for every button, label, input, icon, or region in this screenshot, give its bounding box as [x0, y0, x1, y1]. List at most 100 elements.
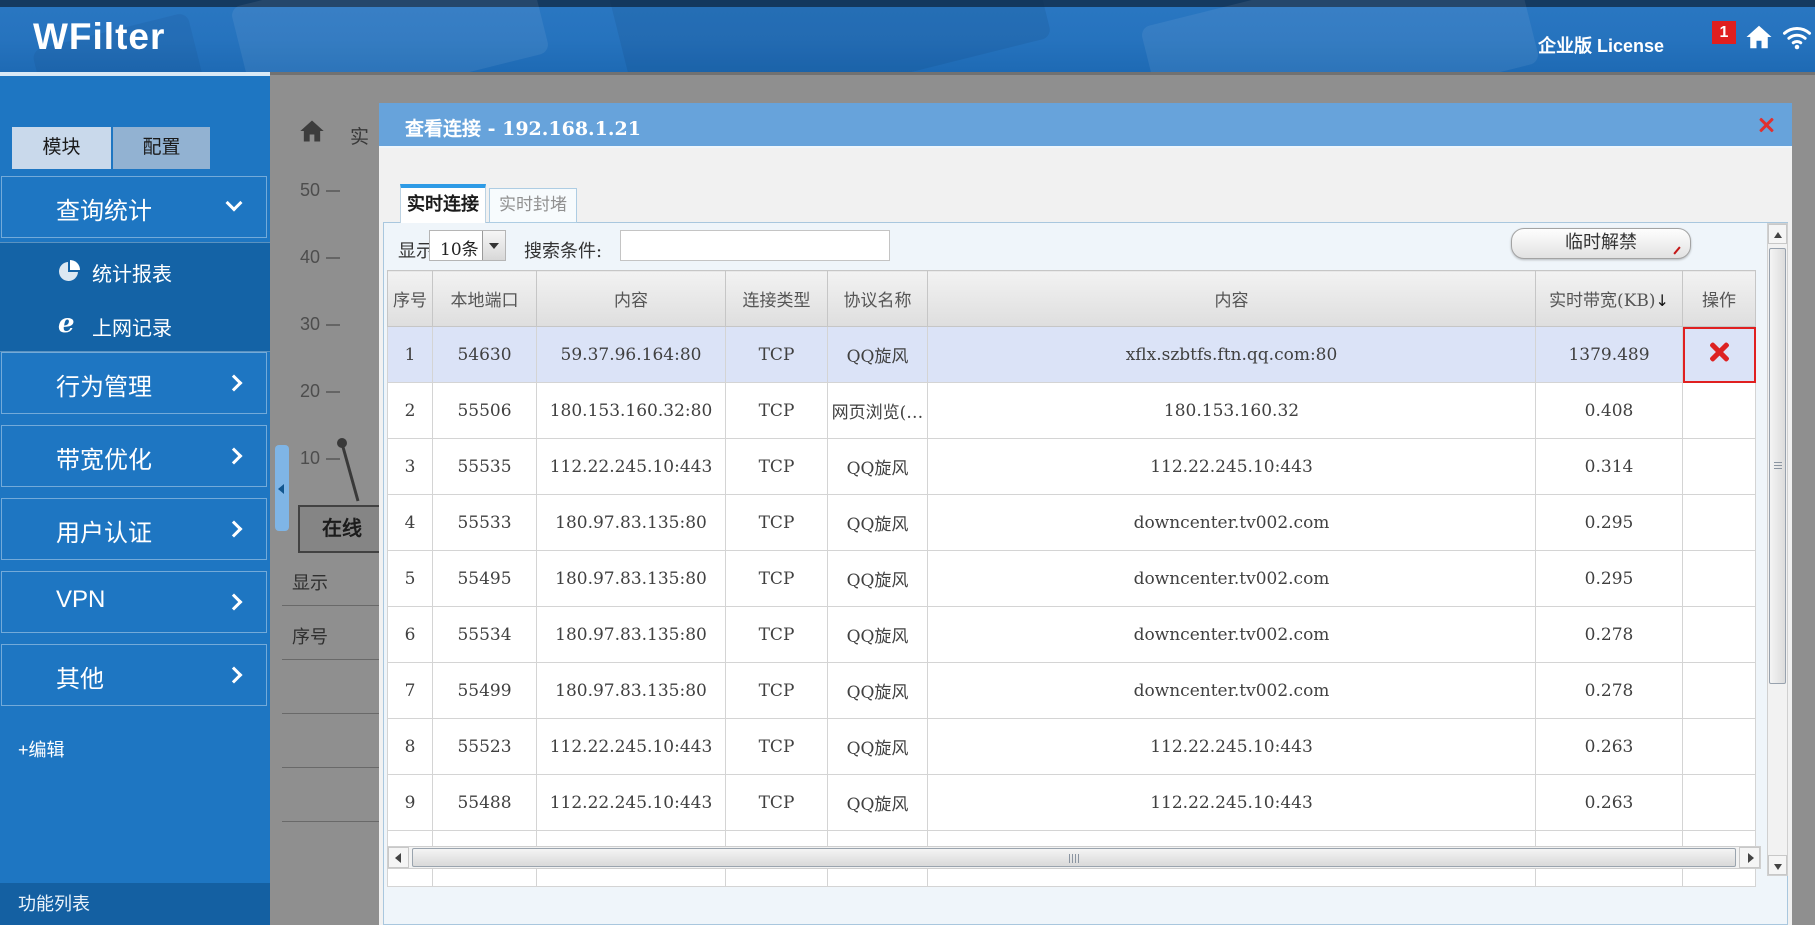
table-cell: 180.97.83.135:80: [537, 495, 726, 551]
table-cell: QQ旋风: [828, 607, 928, 663]
home-icon[interactable]: [1744, 22, 1774, 52]
sidebar-item-label: 用户认证: [56, 513, 152, 548]
chevron-right-icon: [226, 448, 243, 465]
chevron-right-icon: [226, 667, 243, 684]
scroll-left-arrow[interactable]: [388, 847, 409, 868]
column-header[interactable]: 实时带宽(KB)↓: [1536, 271, 1683, 327]
table-header-row: 序号本地端口内容连接类型协议名称内容实时带宽(KB)↓操作: [388, 271, 1756, 327]
table-cell: 180.153.160.32:80: [537, 383, 726, 439]
table-cell: 55533: [433, 495, 537, 551]
table-cell: QQ旋风: [828, 775, 928, 831]
table-cell: QQ旋风: [828, 327, 928, 383]
table-cell: 3: [388, 439, 433, 495]
table-cell: QQ旋风: [828, 439, 928, 495]
table-cell: 112.22.245.10:443: [537, 775, 726, 831]
table-cell: 4: [388, 495, 433, 551]
table-cell: 0.278: [1536, 607, 1683, 663]
table-cell: 112.22.245.10:443: [928, 719, 1536, 775]
column-header: 内容: [537, 271, 726, 327]
table-cell: TCP: [726, 607, 828, 663]
keyboard-decor: [1140, 0, 1540, 72]
dialog-title: 查看连接 - 192.168.1.21: [405, 114, 641, 141]
search-input[interactable]: [620, 230, 890, 261]
sidebar-item-vpn[interactable]: VPN: [1, 571, 267, 633]
wifi-icon[interactable]: [1782, 22, 1812, 52]
connections-tbody: 15463059.37.96.164:80TCPQQ旋风xflx.szbtfs.…: [388, 327, 1756, 887]
table-cell: 112.22.245.10:443: [537, 719, 726, 775]
table-cell: 5: [388, 551, 433, 607]
sidebar-item-other[interactable]: 其他: [1, 644, 267, 706]
view-connections-dialog: 查看连接 - 192.168.1.21 实时连接 实时封堵 显示 10条 搜索条…: [379, 103, 1792, 925]
vertical-scroll-thumb[interactable]: [1769, 248, 1786, 684]
column-header: 序号: [388, 271, 433, 327]
sidebar-item-label: 行为管理: [56, 367, 152, 402]
column-header: 本地端口: [433, 271, 537, 327]
keyboard-decor: [608, 0, 1052, 72]
table-cell: 0.278: [1536, 663, 1683, 719]
sidebar-tab-config[interactable]: 配置: [113, 127, 210, 169]
sidebar: 模块 配置 查询统计 统计报表 e 上网记录 行为管理 带宽优化 用户认证: [0, 72, 270, 925]
delete-connection-icon[interactable]: [1707, 340, 1731, 364]
sidebar-tab-modules[interactable]: 模块: [12, 127, 111, 169]
keyboard-decor: [230, 0, 550, 72]
scroll-down-arrow[interactable]: [1768, 855, 1787, 875]
temporary-unblock-button[interactable]: 临时解禁: [1511, 228, 1691, 259]
table-cell: downcenter.tv002.com: [928, 495, 1536, 551]
sidebar-item-label: VPN: [56, 586, 105, 614]
table-cell: 0.295: [1536, 551, 1683, 607]
tab-realtime-blocks[interactable]: 实时封堵: [489, 188, 577, 223]
table-cell: 0.408: [1536, 383, 1683, 439]
function-list-bar[interactable]: 功能列表: [0, 883, 270, 925]
app-logo: WFilter: [33, 16, 165, 58]
close-icon[interactable]: [1756, 115, 1776, 135]
table-cell: xflx.szbtfs.ftn.qq.com:80: [928, 327, 1536, 383]
sidebar-item-web-records[interactable]: e 上网记录: [0, 297, 270, 351]
wfilter-app: 实 50 40 30 20 10 在线 显示 序号 WFilter 企业版 Li…: [0, 0, 1815, 925]
sidebar-item-auth[interactable]: 用户认证: [1, 498, 267, 560]
operation-cell: [1683, 383, 1756, 439]
table-cell: QQ旋风: [828, 495, 928, 551]
page-size-value: 10条: [440, 235, 479, 260]
scroll-right-arrow[interactable]: [1739, 847, 1760, 868]
table-cell: 0.263: [1536, 775, 1683, 831]
red-corner-mark: [1673, 246, 1680, 254]
table-cell: 180.97.83.135:80: [537, 607, 726, 663]
tab-realtime-connections[interactable]: 实时连接: [400, 184, 486, 223]
table-cell: 55523: [433, 719, 537, 775]
sidebar-item-bandwidth[interactable]: 带宽优化: [1, 425, 267, 487]
vertical-scrollbar[interactable]: [1767, 223, 1788, 876]
table-cell: TCP: [726, 327, 828, 383]
table-cell: QQ旋风: [828, 719, 928, 775]
table-cell: downcenter.tv002.com: [928, 663, 1536, 719]
operation-cell: [1683, 607, 1756, 663]
sidebar-item-behavior[interactable]: 行为管理: [1, 352, 267, 414]
operation-cell: [1683, 439, 1756, 495]
table-cell: TCP: [726, 719, 828, 775]
scroll-grip: [1774, 462, 1782, 470]
table-row: 355535112.22.245.10:443TCPQQ旋风112.22.245…: [388, 439, 1756, 495]
table-cell: 6: [388, 607, 433, 663]
table-cell: 180.97.83.135:80: [537, 663, 726, 719]
page-size-select[interactable]: 10条: [429, 230, 506, 261]
sidebar-collapse-handle[interactable]: [275, 445, 289, 531]
operation-cell: [1683, 775, 1756, 831]
table-cell: 59.37.96.164:80: [537, 327, 726, 383]
table-cell: 55499: [433, 663, 537, 719]
sidebar-item-query-stats[interactable]: 查询统计: [1, 176, 267, 238]
sidebar-item-label: 查询统计: [56, 191, 152, 226]
table-cell: 8: [388, 719, 433, 775]
table-cell: TCP: [726, 775, 828, 831]
chevron-right-icon: [226, 594, 243, 611]
scroll-up-arrow[interactable]: [1768, 224, 1787, 244]
horizontal-scrollbar[interactable]: [387, 846, 1761, 869]
edit-menu-link[interactable]: +编辑: [18, 736, 65, 762]
table-cell: TCP: [726, 439, 828, 495]
sidebar-item-stat-reports[interactable]: 统计报表: [0, 243, 270, 297]
operation-cell[interactable]: [1683, 327, 1756, 383]
table-cell: 2: [388, 383, 433, 439]
table-cell: TCP: [726, 551, 828, 607]
table-cell: 55534: [433, 607, 537, 663]
notification-badge[interactable]: 1: [1712, 21, 1736, 44]
horizontal-scroll-thumb[interactable]: [412, 848, 1736, 867]
select-dropdown-icon[interactable]: [482, 231, 505, 260]
